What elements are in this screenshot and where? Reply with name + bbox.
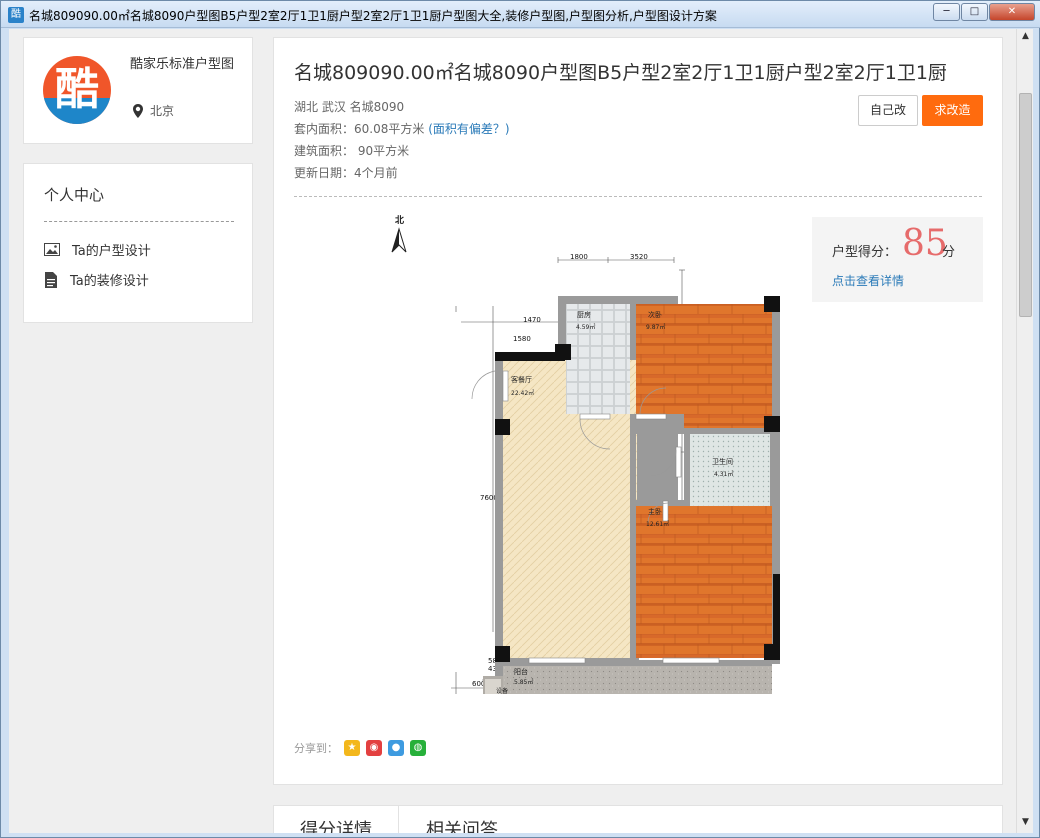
minimize-button[interactable]: ─ [933, 3, 960, 21]
room-area: 9.87㎡ [646, 323, 665, 331]
score-detail-link[interactable]: 点击查看详情 [832, 272, 904, 289]
scrollbar-thumb[interactable] [1019, 93, 1032, 317]
wechat-icon[interactable]: ◍ [410, 740, 426, 756]
profile-name[interactable]: 酷家乐标准户型图 [130, 58, 240, 72]
divider [44, 221, 234, 222]
tab-related-qa[interactable]: 相关问答 [400, 806, 524, 833]
app-window: 酷 名城809090.00㎡名城8090户型图B5户型2室2厅1卫1厨户型2室2… [0, 0, 1040, 838]
personal-center-title: 个人中心 [44, 186, 105, 204]
scroll-down-icon[interactable]: ▼ [1019, 817, 1032, 831]
brand-logo[interactable]: 酷 [43, 56, 111, 124]
building-area-text: 建筑面积： 90平方米 [294, 144, 410, 158]
qzone-icon[interactable]: ★ [344, 740, 360, 756]
room-label: 卫生间 [712, 457, 733, 466]
divider [294, 196, 982, 197]
personal-center-card: 个人中心 Ta的户型设计 Ta的装修设计 [23, 163, 253, 323]
room-label: 厨房 [577, 310, 591, 319]
room-label: 阳台 [514, 667, 528, 676]
score-unit: 分 [942, 245, 956, 260]
page-title: 名城809090.00㎡名城8090户型图B5户型2室2厅1卫1厨户型2室2厅1… [294, 62, 947, 84]
room-label: 主卧 [648, 507, 662, 516]
profile-card: 酷 酷家乐标准户型图 北京 [23, 37, 253, 144]
score-value: 85 [902, 223, 948, 264]
room-label: 客餐厅 [511, 375, 532, 384]
qq-icon[interactable]: ● [388, 740, 404, 756]
detail-tabs: 得分详情 相关问答 [273, 805, 1003, 833]
share-label: 分享到： [294, 742, 338, 755]
dim-label: 3520 [630, 253, 648, 261]
room-area: 12.61㎡ [646, 520, 669, 528]
score-box: 户型得分： 85 分 点击查看详情 [812, 217, 983, 302]
location-text: 北京 [150, 104, 175, 118]
request-remodel-button[interactable]: 求改造 [922, 95, 983, 126]
dim-label: 1800 [570, 253, 588, 261]
share-bar: 分享到： ★ ◉ ● ◍ [294, 740, 426, 756]
weibo-icon[interactable]: ◉ [366, 740, 382, 756]
menu-item-label: Ta的户型设计 [72, 244, 151, 259]
inner-area-text: 套内面积：60.08平方米 [294, 122, 425, 136]
dim-label: 1580 [513, 335, 531, 343]
updated-date-text: 更新日期：4个月前 [294, 166, 398, 180]
logo-char: 酷 [55, 64, 99, 115]
document-icon [45, 271, 57, 288]
window-controls: ─ □ ✕ [933, 3, 1035, 21]
maximize-button[interactable]: □ [961, 3, 988, 21]
menu-item-floorplan-designs[interactable]: Ta的户型设计 [44, 240, 151, 259]
image-icon [44, 243, 60, 256]
room-area: 4.31㎡ [714, 470, 733, 478]
close-button[interactable]: ✕ [989, 3, 1035, 21]
inner-area-row: 套内面积：60.08平方米 (面积有偏差？) [294, 120, 510, 137]
dim-label: 1470 [523, 316, 541, 324]
app-icon: 酷 [8, 7, 24, 23]
room-area: 5.85㎡ [514, 678, 533, 686]
room-label: 设备 [496, 687, 508, 694]
tab-score-details[interactable]: 得分详情 [274, 806, 399, 833]
menu-item-decor-designs[interactable]: Ta的装修设计 [44, 270, 149, 289]
vertical-scrollbar[interactable]: ▲ ▼ [1016, 29, 1033, 833]
profile-location: 北京 [132, 102, 174, 119]
region-text: 湖北 武汉 名城8090 [294, 100, 405, 114]
location-pin-icon [133, 103, 143, 118]
room-area: 4.59㎡ [576, 323, 595, 331]
menu-item-label: Ta的装修设计 [70, 274, 149, 289]
floorplan-detail-card: 名城809090.00㎡名城8090户型图B5户型2室2厅1卫1厨户型2室2厅1… [273, 37, 1003, 785]
page-content: 酷 酷家乐标准户型图 北京 个人中心 Ta的户型设计 Ta的装修设计 名城809… [9, 29, 1033, 833]
north-label: 北 [395, 214, 404, 226]
floorplan-image[interactable]: 北 1800 3520 1470 1580 7600 580 430 600 厨… [386, 214, 806, 694]
room-label: 次卧 [648, 310, 662, 319]
north-arrow-icon: 北 [391, 214, 407, 253]
scroll-up-icon[interactable]: ▲ [1019, 31, 1032, 45]
room-area: 22.42㎡ [511, 389, 534, 397]
score-label: 户型得分： [832, 245, 898, 260]
window-title: 名城809090.00㎡名城8090户型图B5户型2室2厅1卫1厨户型2室2厅1… [29, 9, 717, 23]
self-edit-button[interactable]: 自己改 [858, 95, 918, 126]
area-deviation-link[interactable]: (面积有偏差？) [428, 122, 509, 136]
title-bar: 酷 名城809090.00㎡名城8090户型图B5户型2室2厅1卫1厨户型2室2… [1, 1, 1040, 28]
